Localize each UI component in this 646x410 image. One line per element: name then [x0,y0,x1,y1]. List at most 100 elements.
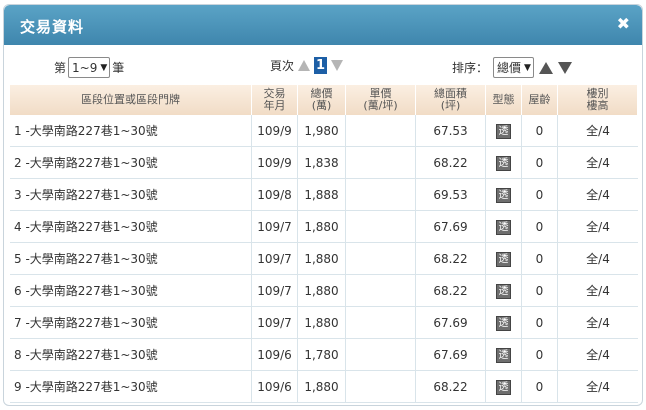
row-number: 1 [14,124,22,138]
chevron-down-icon: ▼ [100,62,108,73]
cell-area: 67.53 [416,115,486,147]
col-header-date[interactable]: 交易 年月 [252,85,298,115]
row-number: 3 [14,188,22,202]
sort-select[interactable]: 總價 ▼ [493,57,534,78]
cell-type: 透 [486,115,522,147]
col-header-type[interactable]: 型態 [486,85,522,115]
cell-age: 0 [522,211,558,243]
pager: 頁次 1 [270,57,344,74]
cell-total-price: 1,880 [298,307,346,339]
address-text: -大學南路227巷1~30號 [25,220,158,234]
record-range-select[interactable]: 1~9 ▼ [68,57,111,78]
table-row[interactable]: 6 -大學南路227巷1~30號 109/7 1,880 68.22 透 0 全/4 [10,275,638,307]
table-row[interactable]: 3 -大學南路227巷1~30號 109/8 1,888 69.53 透 0 全/4 [10,179,638,211]
dialog-title: 交易資料 [20,18,85,36]
cell-date: 109/8 [252,179,298,211]
transaction-dialog: 交易資料 ✖ 第 1~9 ▼ 筆 頁次 1 排序： 總價 ▼ 區段位置或區段門牌… [3,4,643,406]
address-text: -大學南路227巷1~30號 [25,316,158,330]
cell-date: 109/6 [252,371,298,403]
cell-area: 69.53 [416,179,486,211]
sort-label: 排序： [452,61,489,75]
col-header-total-price[interactable]: 總價 (萬) [298,85,346,115]
table-row[interactable]: 4 -大學南路227巷1~30號 109/7 1,880 67.69 透 0 全/4 [10,211,638,243]
building-type-icon[interactable]: 透 [496,187,511,203]
cell-area: 68.22 [416,275,486,307]
building-type-icon[interactable]: 透 [496,219,511,235]
cell-area: 68.22 [416,243,486,275]
cell-unit-price [346,179,416,211]
next-page-icon[interactable] [331,60,344,71]
per-prefix: 第 [54,61,67,75]
cell-unit-price [346,211,416,243]
building-type-icon[interactable]: 透 [496,123,511,139]
cell-total-price: 1,880 [298,243,346,275]
cell-floor: 全/4 [558,147,638,179]
sort-descending-icon[interactable] [557,61,572,74]
cell-unit-price [346,147,416,179]
col-header-unit-price[interactable]: 單價 (萬/坪) [346,85,416,115]
cell-total-price: 1,880 [298,371,346,403]
row-number: 5 [14,252,22,266]
cell-unit-price [346,115,416,147]
cell-age: 0 [522,243,558,275]
building-type-icon[interactable]: 透 [496,251,511,267]
cell-total-price: 1,838 [298,147,346,179]
cell-age: 0 [522,371,558,403]
table-row[interactable]: 8 -大學南路227巷1~30號 109/6 1,780 67.69 透 0 全/4 [10,339,638,371]
cell-date: 109/6 [252,339,298,371]
dialog-titlebar: 交易資料 ✖ [4,5,642,45]
cell-type: 透 [486,275,522,307]
chevron-down-icon: ▼ [524,62,531,73]
current-page: 1 [314,57,328,74]
cell-floor: 全/4 [558,371,638,403]
cell-unit-price [346,243,416,275]
col-header-age[interactable]: 屋齡 [522,85,558,115]
cell-floor: 全/4 [558,275,638,307]
record-range-control: 第 1~9 ▼ 筆 [54,57,124,78]
row-number: 7 [14,316,22,330]
cell-floor: 全/4 [558,307,638,339]
cell-address: 7 -大學南路227巷1~30號 [10,307,252,339]
row-number: 2 [14,156,22,170]
transaction-table: 區段位置或區段門牌 交易 年月 總價 (萬) 單價 (萬/坪) 總面積 (坪) … [10,85,638,403]
cell-area: 68.22 [416,147,486,179]
building-type-icon[interactable]: 透 [496,379,511,395]
toolbar: 第 1~9 ▼ 筆 頁次 1 排序： 總價 ▼ [4,45,642,85]
cell-floor: 全/4 [558,243,638,275]
table-row[interactable]: 2 -大學南路227巷1~30號 109/9 1,838 68.22 透 0 全/4 [10,147,638,179]
col-header-area[interactable]: 總面積 (坪) [416,85,486,115]
prev-page-icon[interactable] [298,60,311,71]
table-row[interactable]: 5 -大學南路227巷1~30號 109/7 1,880 68.22 透 0 全/4 [10,243,638,275]
cell-address: 8 -大學南路227巷1~30號 [10,339,252,371]
cell-date: 109/7 [252,307,298,339]
table-row[interactable]: 9 -大學南路227巷1~30號 109/6 1,880 68.22 透 0 全/4 [10,371,638,403]
col-header-address[interactable]: 區段位置或區段門牌 [10,85,252,115]
col-header-floor[interactable]: 樓別 樓高 [558,85,638,115]
cell-age: 0 [522,115,558,147]
row-number: 6 [14,284,22,298]
cell-type: 透 [486,307,522,339]
cell-date: 109/7 [252,275,298,307]
cell-total-price: 1,980 [298,115,346,147]
building-type-icon[interactable]: 透 [496,155,511,171]
table-row[interactable]: 7 -大學南路227巷1~30號 109/7 1,880 67.69 透 0 全/4 [10,307,638,339]
cell-total-price: 1,880 [298,275,346,307]
cell-floor: 全/4 [558,179,638,211]
address-text: -大學南路227巷1~30號 [25,124,158,138]
building-type-icon[interactable]: 透 [496,315,511,331]
sort-ascending-icon[interactable] [538,61,553,74]
table-row[interactable]: 1 -大學南路227巷1~30號 109/9 1,980 67.53 透 0 全/4 [10,115,638,147]
sort-control: 排序： 總價 ▼ [452,57,572,78]
cell-type: 透 [486,147,522,179]
record-range-value: 1~9 [72,60,98,75]
building-type-icon[interactable]: 透 [496,347,511,363]
close-icon[interactable]: ✖ [617,14,630,33]
building-type-icon[interactable]: 透 [496,283,511,299]
address-text: -大學南路227巷1~30號 [25,188,158,202]
cell-age: 0 [522,275,558,307]
cell-address: 4 -大學南路227巷1~30號 [10,211,252,243]
row-number: 4 [14,220,22,234]
cell-floor: 全/4 [558,211,638,243]
cell-address: 3 -大學南路227巷1~30號 [10,179,252,211]
cell-area: 67.69 [416,339,486,371]
